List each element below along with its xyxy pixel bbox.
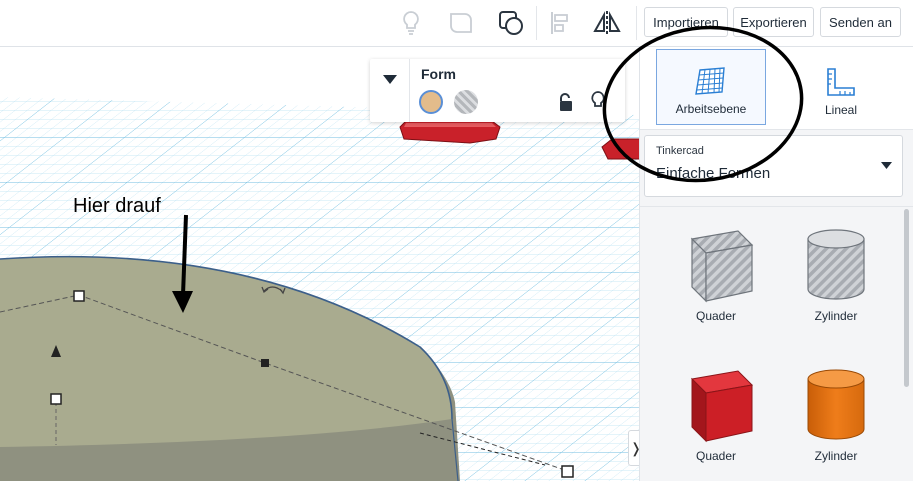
shape-label: Zylinder — [814, 309, 858, 323]
cylinder-hole-icon — [807, 229, 865, 300]
shape-item-cylinder-hole[interactable]: Zylinder — [786, 225, 886, 355]
resize-handle — [73, 290, 85, 302]
lock-icon[interactable] — [558, 92, 574, 112]
shape-label: Quader — [695, 309, 737, 323]
shape-outline-icon[interactable] — [444, 6, 478, 40]
annotation-text: Hier drauf — [73, 195, 161, 217]
inspector-title: Form — [421, 66, 456, 82]
align-icon[interactable] — [543, 6, 577, 40]
chevron-down-icon — [881, 162, 892, 169]
resize-handle — [561, 465, 574, 478]
panel-scrollbar[interactable] — [904, 209, 909, 387]
shape-label: Quader — [695, 449, 737, 463]
group-shape-icon[interactable] — [494, 6, 528, 40]
height-handle — [50, 393, 62, 405]
ruler-label: Lineal — [824, 103, 858, 117]
send-to-button[interactable]: Senden an — [820, 7, 901, 37]
resize-handle — [261, 359, 269, 367]
shape-item-cylinder[interactable]: Zylinder — [786, 365, 886, 495]
cylinder-icon — [807, 369, 865, 440]
ruler-icon — [827, 68, 855, 96]
inspector-collapse-button[interactable] — [370, 59, 410, 122]
chevron-down-icon — [382, 75, 397, 84]
hole-swatch[interactable] — [454, 90, 478, 114]
shape-item-box-hole[interactable]: Quader — [666, 225, 766, 355]
workplane-viewport[interactable]: Hier drauf Form ❭ — [0, 47, 640, 481]
lightbulb-icon[interactable] — [394, 6, 428, 40]
annotation-circle — [602, 25, 804, 183]
shape-inspector: Form — [370, 59, 625, 122]
solid-color-swatch[interactable] — [419, 90, 443, 114]
box-icon — [690, 370, 754, 443]
shape-label: Zylinder — [814, 449, 858, 463]
box-hole-icon — [690, 230, 754, 303]
shape-item-box[interactable]: Quader — [666, 365, 766, 495]
